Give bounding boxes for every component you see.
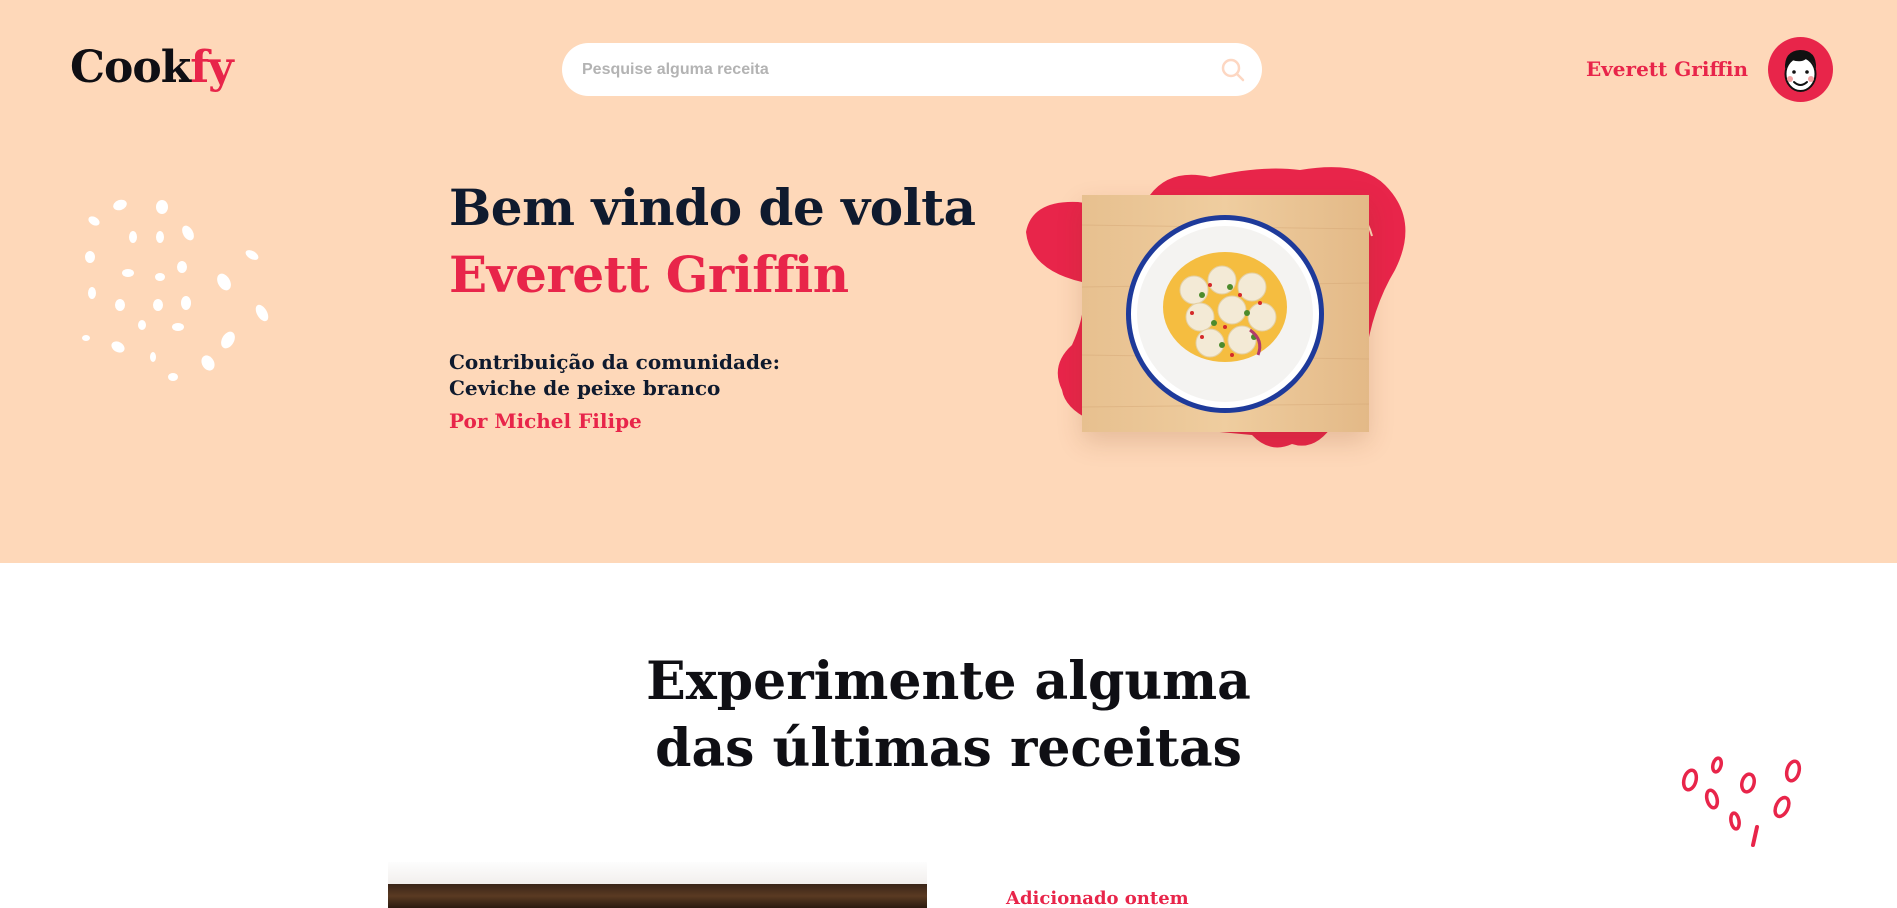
recipe-card-image[interactable] [388, 862, 927, 908]
welcome-user-name: Everett Griffin [449, 245, 849, 304]
search-input[interactable] [582, 43, 1182, 96]
community-recipe-author[interactable]: Por Michel Filipe [449, 409, 642, 433]
hero-section: Cookfy Everett Griffin [0, 0, 1897, 563]
logo[interactable]: Cookfy [70, 42, 234, 93]
avatar[interactable] [1768, 37, 1833, 102]
search-icon[interactable] [1220, 57, 1246, 83]
featured-recipe-image[interactable] [1082, 195, 1369, 432]
search-bar [562, 43, 1262, 96]
latest-recipes-title: Experimente alguma das últimas receitas [0, 648, 1897, 782]
decorative-red-dots [1681, 756, 1802, 847]
latest-recipes-title-line2: das últimas receitas [655, 718, 1242, 779]
latest-recipes-title-line1: Experimente alguma [646, 651, 1251, 712]
ceviche-dish-photo [1082, 195, 1369, 432]
header-user-name[interactable]: Everett Griffin [1586, 57, 1748, 81]
welcome-heading: Bem vindo de volta [449, 178, 976, 237]
community-label: Contribuição da comunidade: [449, 350, 781, 374]
avatar-face-icon [1784, 50, 1817, 92]
decorative-dots [82, 199, 269, 381]
recipe-added-label: Adicionado ontem [1006, 888, 1189, 908]
community-recipe-title[interactable]: Ceviche de peixe branco [449, 376, 720, 400]
